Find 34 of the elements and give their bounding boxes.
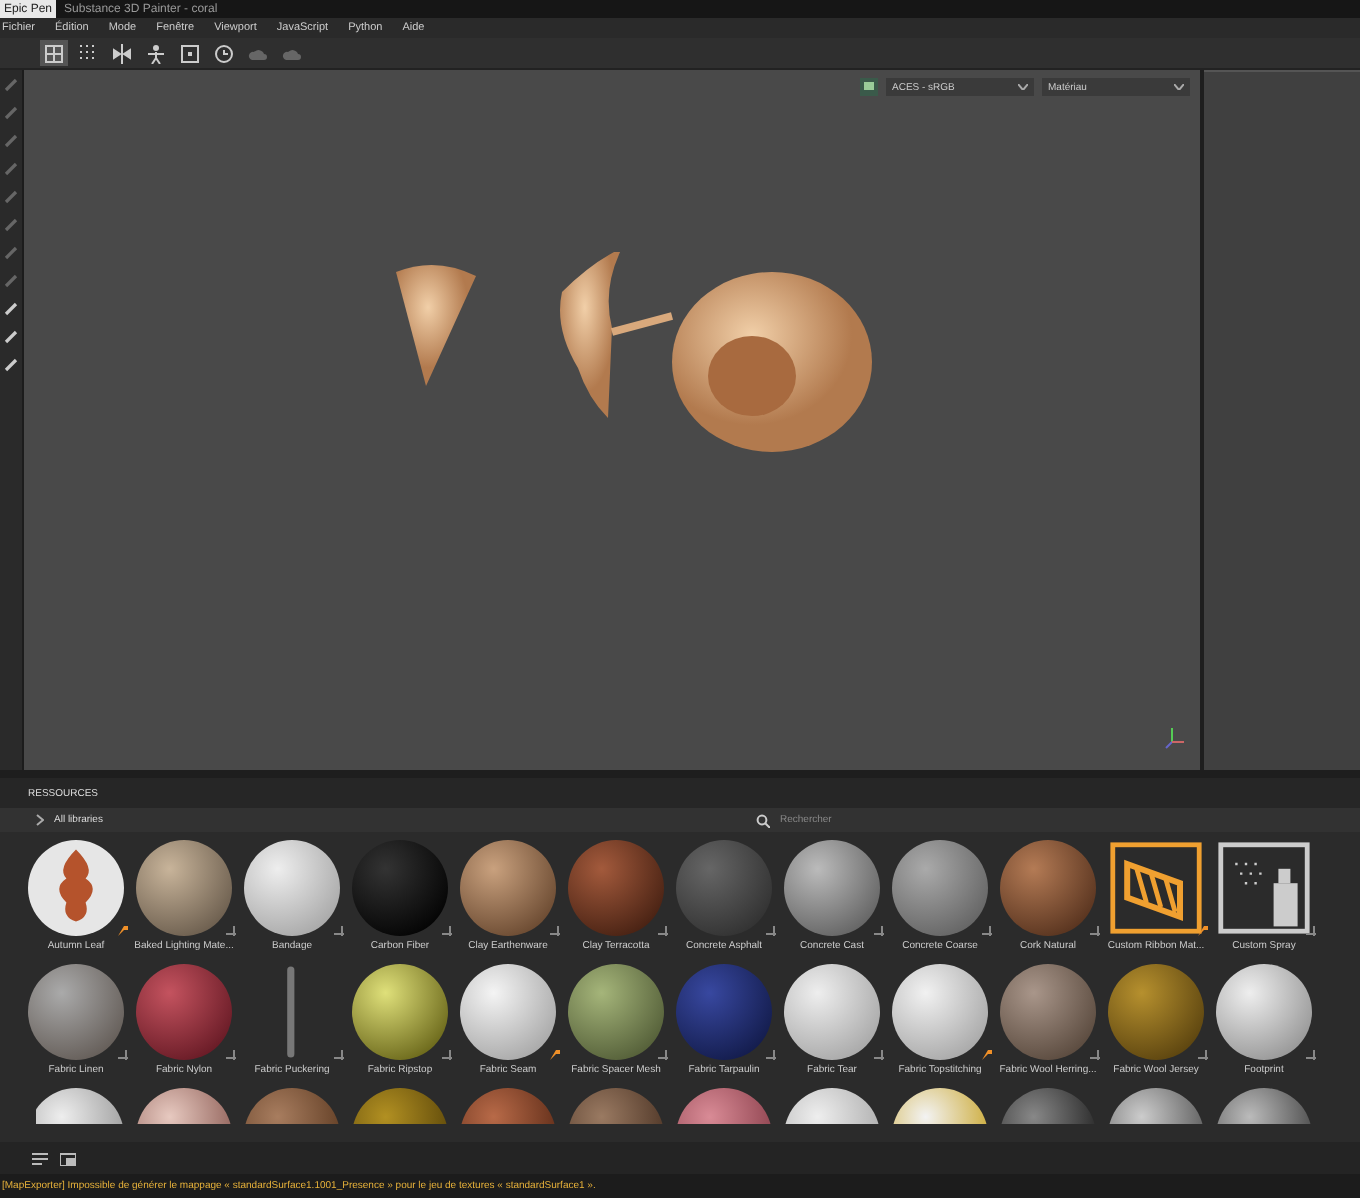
list-view-icon[interactable] <box>32 1151 48 1165</box>
material-sphere[interactable] <box>892 964 988 1060</box>
toolbar-button[interactable] <box>210 40 238 66</box>
caret-icon <box>1018 84 1028 90</box>
grid-icon <box>44 43 64 63</box>
chevron-icon[interactable] <box>36 814 44 826</box>
clock-icon <box>214 43 234 63</box>
symmetry-icon <box>112 43 132 63</box>
leaf-sphere[interactable] <box>28 840 124 936</box>
material-sphere[interactable] <box>568 964 664 1060</box>
material-sphere[interactable] <box>784 964 880 1060</box>
toolbar-button[interactable] <box>40 40 68 66</box>
material-sphere[interactable] <box>136 840 232 936</box>
ribbon-tool-icon[interactable] <box>1108 840 1204 936</box>
material-sphere[interactable] <box>460 964 556 1060</box>
display-icon[interactable] <box>860 78 878 96</box>
toolbar-button[interactable] <box>108 40 136 66</box>
spray-can-icon[interactable] <box>1216 840 1312 936</box>
material-sphere[interactable] <box>784 840 880 936</box>
folder-view-icon[interactable] <box>60 1151 76 1165</box>
figure-icon <box>146 43 166 63</box>
material-sphere[interactable] <box>460 840 556 936</box>
material-sphere[interactable] <box>1216 964 1312 1060</box>
dotted-grid-icon <box>78 43 98 63</box>
axis-gizmo-icon <box>1164 726 1188 750</box>
toolbar-button[interactable] <box>176 40 204 66</box>
material-sphere[interactable] <box>244 840 340 936</box>
caret-icon <box>1174 84 1184 90</box>
material-sphere[interactable] <box>28 964 124 1060</box>
search-icon <box>756 813 770 827</box>
toolbar-button[interactable] <box>142 40 170 66</box>
frame-icon <box>180 43 200 63</box>
material-sphere[interactable] <box>892 840 988 936</box>
material-sphere[interactable] <box>352 964 448 1060</box>
